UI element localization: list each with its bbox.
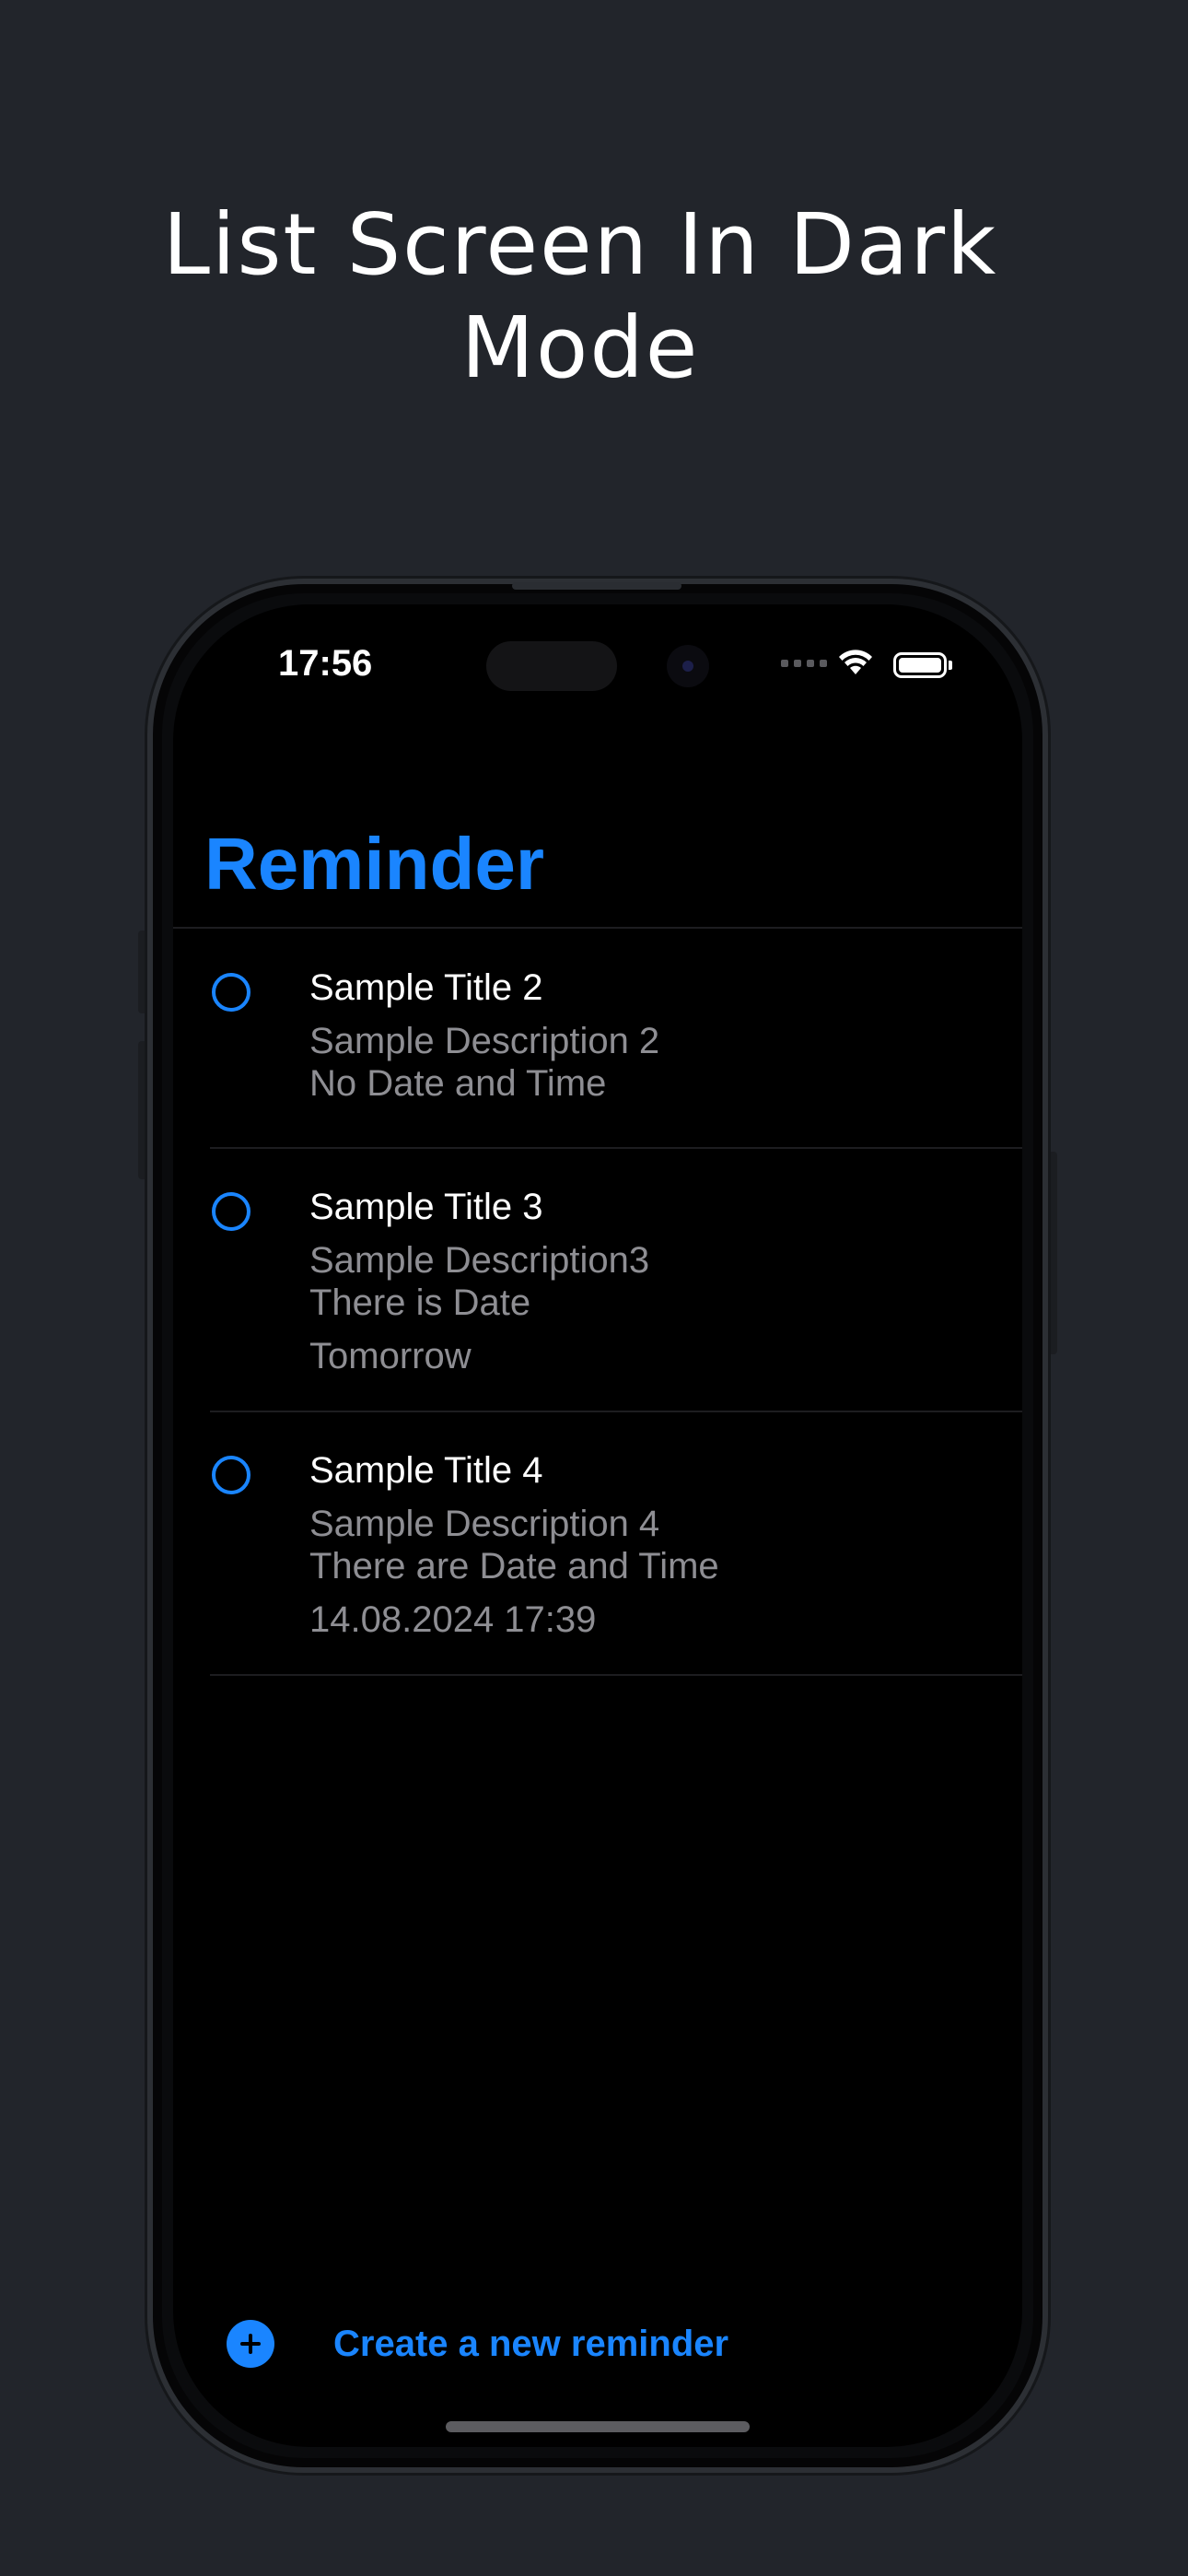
reminder-note: There are Date and Time [309,1546,719,1587]
power-button [1048,1152,1057,1354]
reminder-row[interactable]: Sample Title 2 Sample Description 2 No D… [173,954,1022,1148]
title-divider [173,927,1022,929]
phone-screen: 17:56 Reminder Sample Title 2 Sample Des… [173,604,1022,2447]
create-reminder-button[interactable]: Create a new reminder [333,2322,728,2366]
headline-line-2: Mode [460,299,700,397]
wifi-icon [839,650,872,674]
row-divider [210,1147,1022,1149]
camera-icon [667,645,709,687]
row-divider [210,1674,1022,1676]
status-time: 17:56 [278,643,373,684]
reminder-description: Sample Description 2 [309,1021,660,1061]
plus-circle-icon[interactable] [227,2320,274,2368]
marketing-headline: List Screen In Dark Mode [0,193,1160,400]
reminder-title: Sample Title 4 [309,1450,543,1491]
reminder-row[interactable]: Sample Title 3 Sample Description3 There… [173,1172,1022,1410]
reminder-date: 14.08.2024 17:39 [309,1599,597,1640]
reminder-date: Tomorrow [309,1336,472,1376]
row-divider [210,1411,1022,1412]
reminder-title: Sample Title 2 [309,967,543,1008]
reminder-note: No Date and Time [309,1063,607,1104]
volume-up-button [138,931,147,1013]
cellular-signal-icon [781,660,827,667]
dynamic-island [486,641,617,691]
reminder-title: Sample Title 3 [309,1187,543,1227]
reminder-row[interactable]: Sample Title 4 Sample Description 4 Ther… [173,1435,1022,1673]
reminder-note: There is Date [309,1282,531,1323]
home-indicator [446,2421,750,2432]
reminder-checkbox[interactable] [212,973,250,1012]
page-title: Reminder [204,823,544,905]
reminder-checkbox[interactable] [212,1192,250,1231]
volume-down-button [138,1041,147,1179]
reminder-description: Sample Description3 [309,1240,650,1281]
headline-line-1: List Screen In Dark [162,195,998,294]
phone-top-edge [512,582,681,590]
battery-icon [893,652,952,678]
marketing-canvas: List Screen In Dark Mode 17:56 Reminder [0,0,1188,2576]
reminder-description: Sample Description 4 [309,1504,660,1544]
reminder-checkbox[interactable] [212,1456,250,1494]
